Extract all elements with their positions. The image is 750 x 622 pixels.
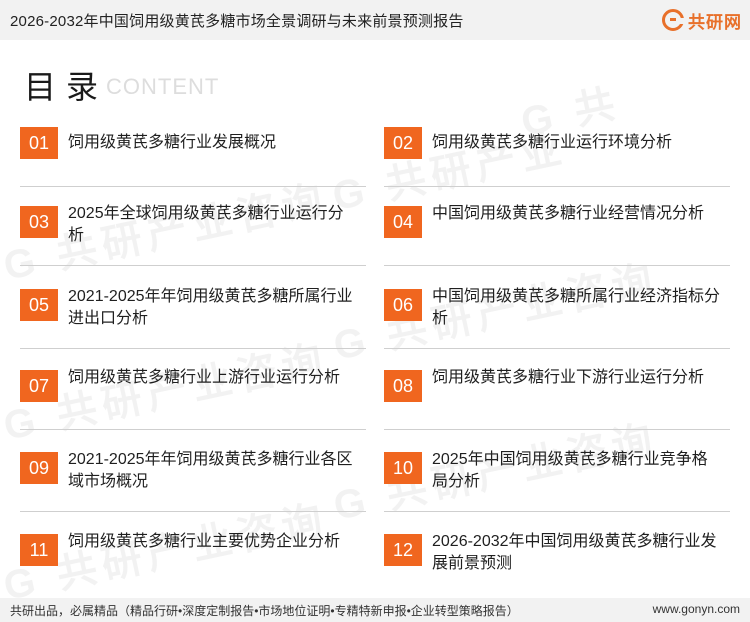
toc-item-07[interactable]: 07 饲用级黄芪多糖行业上游行业运行分析 <box>20 369 366 430</box>
toc-item-11[interactable]: 11 饲用级黄芪多糖行业主要优势企业分析 <box>20 533 366 594</box>
toc-number: 09 <box>20 452 58 484</box>
toc-item-03[interactable]: 03 2025年全球饲用级黄芪多糖行业运行分析 <box>20 205 366 266</box>
toc-heading: 目录 <box>24 69 109 105</box>
brand-logo: 共研网 <box>662 8 742 32</box>
toc-item-08[interactable]: 08 饲用级黄芪多糖行业下游行业运行分析 <box>384 369 730 430</box>
report-title: 2026-2032年中国饲用级黄芪多糖市场全景调研与未来前景预测报告 <box>10 13 464 30</box>
footer-slogan: 共研出品，必属精品（精品行研•深度定制报告•市场地位证明•专精特新申报•企业转型… <box>10 604 519 618</box>
toc-item-12[interactable]: 12 2026-2032年中国饲用级黄芪多糖行业发展前景预测 <box>384 533 730 594</box>
toc-number: 01 <box>20 127 58 159</box>
toc-label: 饲用级黄芪多糖行业主要优势企业分析 <box>68 533 341 550</box>
divider <box>20 429 366 430</box>
toc-number: 05 <box>20 289 58 321</box>
logo-text: 共研网 <box>688 12 742 32</box>
toc-label: 2025年中国饲用级黄芪多糖行业竞争格局分析 <box>432 451 708 490</box>
toc-number: 12 <box>384 534 422 566</box>
toc-label: 中国饲用级黄芪多糖所属行业经济指标分析 <box>432 288 721 327</box>
toc-item-06[interactable]: 06 中国饲用级黄芪多糖所属行业经济指标分析 <box>384 288 730 349</box>
divider <box>384 265 730 266</box>
toc-label: 中国饲用级黄芪多糖行业经营情况分析 <box>432 205 705 222</box>
toc-item-01[interactable]: 01 饲用级黄芪多糖行业发展概况 <box>20 127 366 187</box>
divider <box>20 265 366 266</box>
toc-label: 饲用级黄芪多糖行业运行环境分析 <box>432 134 673 151</box>
divider <box>384 511 730 512</box>
toc-number: 11 <box>20 534 58 566</box>
toc-label: 饲用级黄芪多糖行业上游行业运行分析 <box>68 369 341 386</box>
toc-number: 08 <box>384 370 422 402</box>
toc-item-02[interactable]: 02 饲用级黄芪多糖行业运行环境分析 <box>384 127 730 187</box>
toc-heading-en: CONTENT <box>106 74 220 99</box>
toc-number: 03 <box>20 206 58 238</box>
logo-icon <box>662 9 684 31</box>
toc-label: 2025年全球饲用级黄芪多糖行业运行分析 <box>68 205 344 244</box>
footer-website[interactable]: www.gonyn.com <box>653 602 740 616</box>
toc-number: 10 <box>384 452 422 484</box>
toc-item-04[interactable]: 04 中国饲用级黄芪多糖行业经营情况分析 <box>384 205 730 266</box>
divider <box>20 511 366 512</box>
divider <box>20 348 366 349</box>
toc-number: 04 <box>384 206 422 238</box>
toc-label: 饲用级黄芪多糖行业发展概况 <box>68 134 277 151</box>
divider <box>384 348 730 349</box>
toc-label: 2021-2025年年饲用级黄芪多糖所属行业进出口分析 <box>68 288 353 327</box>
top-bar: 2026-2032年中国饲用级黄芪多糖市场全景调研与未来前景预测报告 共研网 <box>0 0 750 40</box>
divider <box>20 186 366 187</box>
divider <box>384 429 730 430</box>
toc-number: 06 <box>384 289 422 321</box>
toc-label: 饲用级黄芪多糖行业下游行业运行分析 <box>432 369 705 386</box>
toc-item-05[interactable]: 05 2021-2025年年饲用级黄芪多糖所属行业进出口分析 <box>20 288 366 349</box>
divider <box>384 186 730 187</box>
toc-item-09[interactable]: 09 2021-2025年年饲用级黄芪多糖行业各区域市场概况 <box>20 451 366 512</box>
toc-number: 02 <box>384 127 422 159</box>
toc-item-10[interactable]: 10 2025年中国饲用级黄芪多糖行业竞争格局分析 <box>384 451 730 512</box>
footer-bar: 共研出品，必属精品（精品行研•深度定制报告•市场地位证明•专精特新申报•企业转型… <box>0 598 750 622</box>
toc-number: 07 <box>20 370 58 402</box>
toc-label: 2021-2025年年饲用级黄芪多糖行业各区域市场概况 <box>68 451 353 490</box>
toc-label: 2026-2032年中国饲用级黄芪多糖行业发展前景预测 <box>432 533 717 572</box>
